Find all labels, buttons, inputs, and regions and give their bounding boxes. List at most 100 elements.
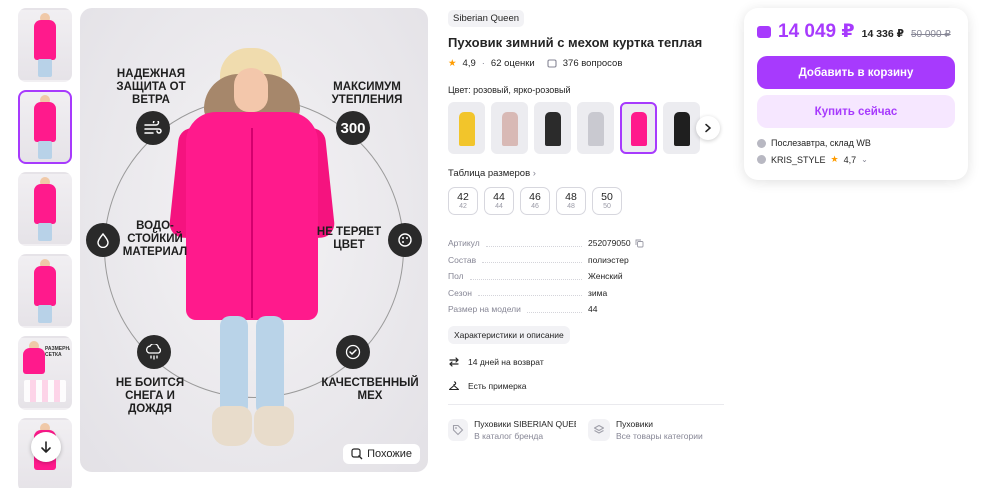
ratings-count[interactable]: 62 оценки — [491, 58, 535, 69]
spec-value: полиэстер — [588, 254, 629, 265]
characteristics-button[interactable]: Характеристики и описание — [448, 325, 570, 344]
thumb-figure — [23, 348, 45, 374]
feature-color-text: НЕ ТЕРЯЕТ ЦВЕТ — [316, 226, 382, 251]
size-value: 44 — [493, 191, 505, 203]
spec-key: Артикул — [448, 238, 480, 249]
dot-leader — [482, 262, 582, 264]
size-option[interactable]: 48 48 — [556, 187, 586, 215]
boot-left — [212, 406, 252, 446]
chevron-down-icon: ⌄ — [861, 155, 868, 164]
thumbnail[interactable] — [18, 254, 72, 328]
color-swatch[interactable] — [534, 102, 571, 154]
feature-warmth-text: МАКСИМУМ УТЕПЛЕНИЯ — [331, 81, 403, 106]
spec-list: Артикул 252079050 Состав полиэстер Пол Женски… — [448, 235, 728, 318]
spec-value-cell: 44 — [588, 304, 597, 314]
thumbnail[interactable] — [18, 172, 72, 246]
delivery-text: Послезавтра, склад WB — [771, 138, 871, 148]
price-without-wallet: 14 336 ₽ — [861, 28, 904, 40]
feature-waterproof-text: ВОДО- СТОЙКИЙ МАТЕРИАЛ — [122, 220, 188, 258]
brand-catalog-sub: В каталог бренда — [474, 430, 544, 441]
color-swatch[interactable] — [620, 102, 657, 154]
dot-leader — [485, 245, 582, 247]
similar-button[interactable]: Похожие — [343, 444, 420, 464]
category-link[interactable]: Пуховики Все товары категории — [588, 418, 716, 441]
thumbnails-scroll-down-button[interactable] — [31, 432, 61, 462]
fitting-info: Есть примерка — [448, 380, 728, 392]
questions-count[interactable]: 376 вопросов — [563, 58, 623, 69]
thumb-figure-legs — [38, 141, 52, 159]
water-drop-icon — [86, 223, 120, 257]
thumbnail-size-table[interactable]: РАЗМЕРНАЯ СЕТКА — [18, 336, 72, 410]
seller-row[interactable]: KRIS_STYLE ★ 4,7 ⌄ — [757, 154, 955, 165]
model-leg-right — [256, 316, 284, 416]
chevron-right-icon — [705, 123, 712, 133]
rating-value[interactable]: 4,9 — [463, 58, 476, 69]
product-info: Siberian Queen Пуховик зимний с мехом ку… — [448, 8, 728, 441]
warehouse-icon — [757, 138, 766, 148]
color-swatch[interactable] — [663, 102, 700, 154]
layers-icon — [588, 418, 610, 441]
spec-value: 44 — [588, 304, 598, 315]
size-table-link[interactable]: Таблица размеров › — [448, 168, 728, 179]
wallet-icon — [757, 26, 771, 38]
spec-key-cell: Состав — [448, 255, 588, 265]
dot-leader — [469, 278, 582, 280]
color-swatches — [448, 102, 728, 154]
spec-value-cell: 252079050 — [588, 238, 644, 248]
size-value: 48 — [565, 191, 577, 203]
spec-value: зима — [588, 287, 608, 298]
swatch-coat — [630, 112, 647, 146]
spec-row: Пол Женский — [448, 268, 728, 285]
color-swatch[interactable] — [577, 102, 614, 154]
spec-row: Артикул 252079050 — [448, 235, 728, 252]
category-links: Пуховики SIBERIAN QUEEN В каталог бренда… — [448, 418, 728, 441]
arrow-down-icon — [41, 441, 51, 453]
category-sub: Все товары категории — [616, 430, 703, 441]
swatches-next-button[interactable] — [696, 116, 720, 140]
size-option[interactable]: 50 50 — [592, 187, 622, 215]
model-leg-left — [220, 316, 248, 416]
thumbnail-strip: РАЗМЕРНАЯ СЕТКА — [18, 8, 74, 488]
star-icon: ★ — [448, 58, 457, 69]
spec-key: Состав — [448, 254, 477, 265]
swatch-coat — [544, 112, 561, 146]
questions-icon — [547, 58, 557, 68]
swatch-coat — [458, 112, 475, 146]
size-sub: 46 — [531, 203, 539, 210]
similar-label: Похожие — [367, 448, 412, 460]
brand-link[interactable]: Siberian Queen — [448, 10, 525, 27]
spec-value-cell: полиэстер — [588, 255, 629, 265]
feature-snow-text: НЕ БОИТСЯ СНЕГА И ДОЖДЯ — [115, 377, 185, 415]
brand-catalog-title: Пуховики SIBERIAN QUEEN — [474, 418, 576, 429]
size-option[interactable]: 42 42 — [448, 187, 478, 215]
divider — [448, 403, 724, 405]
palette-icon — [388, 223, 422, 257]
color-swatch[interactable] — [491, 102, 528, 154]
color-swatch[interactable] — [448, 102, 485, 154]
copy-icon[interactable] — [635, 239, 644, 248]
swatch-coat — [501, 112, 518, 146]
add-to-cart-button[interactable]: Добавить в корзину — [757, 56, 955, 89]
spec-row: Размер на модели 44 — [448, 301, 728, 318]
spec-key-cell: Размер на модели — [448, 304, 588, 314]
size-value: 42 — [457, 191, 469, 203]
main-product-photo[interactable]: НАДЕЖНАЯ ЗАЩИТА ОТ ВЕТРА МАКСИМУМ УТЕПЛЕ… — [80, 8, 428, 472]
size-option[interactable]: 46 46 — [520, 187, 550, 215]
size-value: 50 — [601, 191, 613, 203]
seller-name: KRIS_STYLE — [771, 154, 826, 165]
rating-row: ★ 4,9 · 62 оценки 376 вопросов — [448, 58, 728, 69]
shop-icon — [757, 155, 766, 164]
buy-now-button[interactable]: Купить сейчас — [757, 95, 955, 128]
thumbnail-active[interactable] — [18, 90, 72, 164]
size-option[interactable]: 44 44 — [484, 187, 514, 215]
brand-catalog-link[interactable]: Пуховики SIBERIAN QUEEN В каталог бренда — [448, 418, 576, 441]
dot-separator: · — [481, 58, 485, 69]
thumb-figure — [34, 20, 56, 60]
feature-fur-text: КАЧЕСТВЕННЫЙ МЕХ — [321, 377, 419, 402]
price-current: 14 049 ₽ — [778, 21, 855, 42]
spec-row: Сезон зима — [448, 285, 728, 302]
spec-key: Пол — [448, 271, 464, 282]
color-label: Цвет: розовый, ярко-розовый — [448, 85, 571, 95]
thumbnail[interactable] — [18, 8, 72, 82]
chevron-right-icon: › — [532, 168, 536, 179]
